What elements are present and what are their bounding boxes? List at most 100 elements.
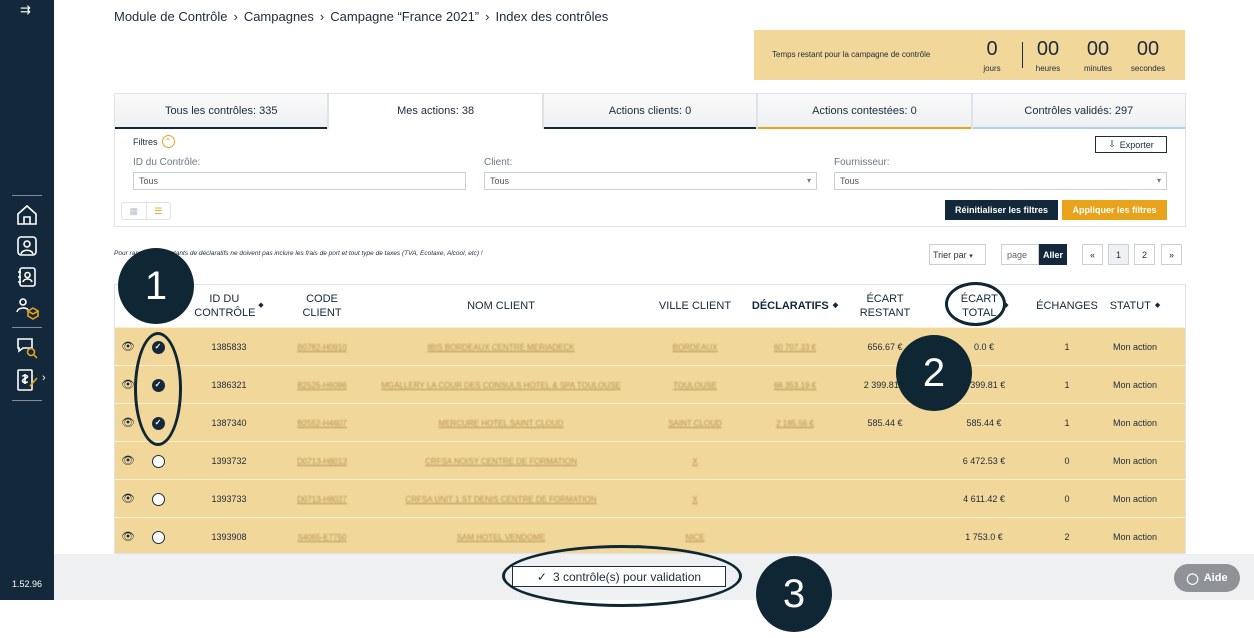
timer-minutes: 00 minutes	[1083, 38, 1112, 73]
cell-id: 1393732	[211, 455, 247, 466]
col-id[interactable]: ID DU CONTRÔLE ◆	[185, 285, 273, 327]
table-row[interactable]: 👁 1393733 D0713-H8027 CRFSA UNIT 1 ST DENIS…	[115, 479, 1185, 518]
id-filter-input[interactable]: Tous	[133, 172, 466, 190]
cell-echanges: 1	[1064, 379, 1070, 390]
sidebar-divider	[12, 327, 42, 328]
contacts-icon[interactable]	[14, 264, 40, 290]
timer-days: 0 jours	[983, 38, 1001, 73]
tab-validated-controls[interactable]: Contrôles validés: 297	[971, 93, 1187, 129]
col-ecart-restant[interactable]: ÉCART RESTANT	[849, 285, 921, 327]
annotation-badge-1: 1	[118, 248, 194, 324]
cell-statut: Mon action	[1112, 379, 1158, 390]
sidebar-divider	[12, 195, 42, 196]
cell-name[interactable]: CRFSA UNIT 1 ST DENIS CENTRE DE FORMATIO…	[375, 480, 627, 518]
table-row[interactable]: 👁 1385833 B0782-H0910IBIS BORDEAUX CENTRE …	[115, 327, 1185, 366]
menu-toggle-icon[interactable]: ⇉	[20, 2, 31, 18]
col-statut[interactable]: STATUT ◆	[1105, 285, 1165, 327]
timer-seconds: 00 secondes	[1130, 38, 1166, 73]
tab-client-actions[interactable]: Actions clients: 0	[542, 93, 758, 129]
page-input[interactable]: page	[1001, 244, 1039, 265]
row-select-checkbox[interactable]	[151, 530, 165, 544]
cell-code[interactable]: D0713-H8027	[275, 480, 369, 518]
apply-filters-button[interactable]: Appliquer les filtres	[1062, 200, 1167, 220]
cell-total: 4 611.42 €	[963, 493, 1005, 504]
list-view-icon[interactable]: ☰	[147, 203, 171, 219]
reset-filters-button[interactable]: Réinitialiser les filtres	[945, 200, 1058, 220]
cell-statut: Mon action	[1112, 341, 1158, 352]
grid-view-icon[interactable]: ▦	[122, 203, 147, 219]
annotation-ring-ecart-total	[945, 282, 1006, 326]
col-name[interactable]: NOM CLIENT	[369, 285, 633, 327]
cell-code[interactable]: B0782-H0910	[275, 328, 369, 366]
sidebar: ⇉ › 1.52.96	[0, 0, 54, 600]
row-select-checkbox[interactable]	[151, 492, 165, 506]
breadcrumb-current: Index des contrôles	[495, 9, 609, 24]
cell-code[interactable]: B2552-H4607	[275, 404, 369, 442]
filters-toggle[interactable]: Filtres ⌃	[133, 135, 175, 148]
row-select-cell	[149, 480, 167, 518]
sort-select[interactable]: Trier par ▾	[929, 244, 986, 265]
tab-my-actions[interactable]: Mes actions: 38	[328, 93, 543, 129]
row-select-checkbox[interactable]	[151, 454, 165, 468]
controls-table: ID DU CONTRÔLE ◆ CODE CLIENT NOM CLIENT V…	[114, 284, 1186, 554]
eye-icon[interactable]: 👁	[117, 518, 139, 553]
cell-total: 1 753.0 €	[965, 531, 1003, 542]
supplier-filter-select[interactable]: Tous	[834, 172, 1167, 190]
next-page-button[interactable]: »	[1161, 244, 1182, 265]
go-button[interactable]: Aller	[1039, 244, 1067, 265]
eye-icon[interactable]: 👁	[117, 480, 139, 518]
cell-restant	[849, 480, 921, 518]
home-icon[interactable]	[14, 202, 40, 228]
cell-name[interactable]: CRFSA NOISY CENTRE DE FORMATION	[375, 442, 627, 480]
page-2-button[interactable]: 2	[1134, 244, 1155, 265]
eye-icon[interactable]: 👁	[117, 442, 139, 480]
table-row[interactable]: 👁1387340B2552-H4607MERCURE HOTEL SAINT C…	[115, 403, 1185, 442]
client-filter-label: Client:	[484, 157, 513, 168]
col-echanges[interactable]: ÉCHANGES	[1027, 285, 1107, 327]
breadcrumb-item[interactable]: Module de Contrôle	[114, 9, 227, 24]
cell-statut: Mon action	[1112, 417, 1158, 428]
cell-restant	[849, 518, 921, 553]
client-filter-select[interactable]: Tous	[484, 172, 817, 190]
user-icon[interactable]	[14, 233, 40, 259]
breadcrumb-item[interactable]: Campagnes	[244, 9, 314, 24]
app-version: 1.52.96	[12, 579, 43, 589]
eye-icon[interactable]: 👁	[117, 328, 139, 366]
cell-echanges: 2	[1064, 531, 1070, 542]
chevron-right-icon: ›	[319, 9, 325, 24]
sidebar-divider	[12, 400, 42, 401]
prev-page-button[interactable]: «	[1082, 244, 1103, 265]
tab-all-controls[interactable]: Tous les contrôles: 335	[114, 93, 329, 129]
cell-city: BORDEAUX	[672, 342, 718, 352]
cell-decl	[747, 518, 843, 553]
invoice-icon[interactable]	[14, 367, 40, 393]
breadcrumb-item[interactable]: Campagne “France 2021”	[330, 9, 479, 24]
chat-search-icon[interactable]	[14, 334, 40, 360]
cell-echanges: 0	[1064, 493, 1070, 504]
user-box-icon[interactable]	[14, 295, 40, 321]
export-button[interactable]: ⇩ Exporter	[1095, 136, 1167, 153]
view-toggle[interactable]: ▦ ☰	[121, 202, 171, 220]
cell-id: 1386321	[211, 379, 247, 390]
timer-divider	[1022, 42, 1023, 68]
col-code[interactable]: CODE CLIENT	[275, 285, 369, 327]
col-declaratifs[interactable]: DÉCLARATIFS ◆	[747, 285, 843, 327]
cell-code[interactable]: S4065-E7750	[275, 518, 369, 553]
col-city[interactable]: VILLE CLIENT	[645, 285, 745, 327]
cell-id: 1393733	[211, 493, 247, 504]
chevron-up-icon[interactable]: ⌃	[161, 135, 175, 148]
cell-name[interactable]: MGALLERY LA COUR DES CONSULS HOTEL & SPA…	[375, 366, 627, 404]
table-row[interactable]: 👁1386321B2525-H6086MGALLERY LA COUR DES …	[115, 365, 1185, 404]
cell-echanges: 1	[1064, 417, 1070, 428]
cell-code[interactable]: B2525-H6086	[275, 366, 369, 404]
help-button[interactable]: ◯ Aide	[1174, 564, 1240, 592]
cell-name[interactable]: MERCURE HOTEL SAINT CLOUD	[375, 404, 627, 442]
chevron-right-icon: ›	[233, 9, 238, 24]
table-row[interactable]: 👁 1393732 D0713-H8013 CRFSA NOISY CENTRE DE…	[115, 441, 1185, 480]
page-1-button[interactable]: 1	[1108, 244, 1129, 265]
cell-code[interactable]: D0713-H8013	[275, 442, 369, 480]
tab-contested-actions[interactable]: Actions contestées: 0	[757, 93, 972, 129]
chat-bubble-icon: ◯	[1186, 572, 1199, 585]
cell-name[interactable]: IBIS BORDEAUX CENTRE MERIADECK	[375, 328, 627, 366]
chevron-right-icon: ›	[42, 372, 46, 384]
